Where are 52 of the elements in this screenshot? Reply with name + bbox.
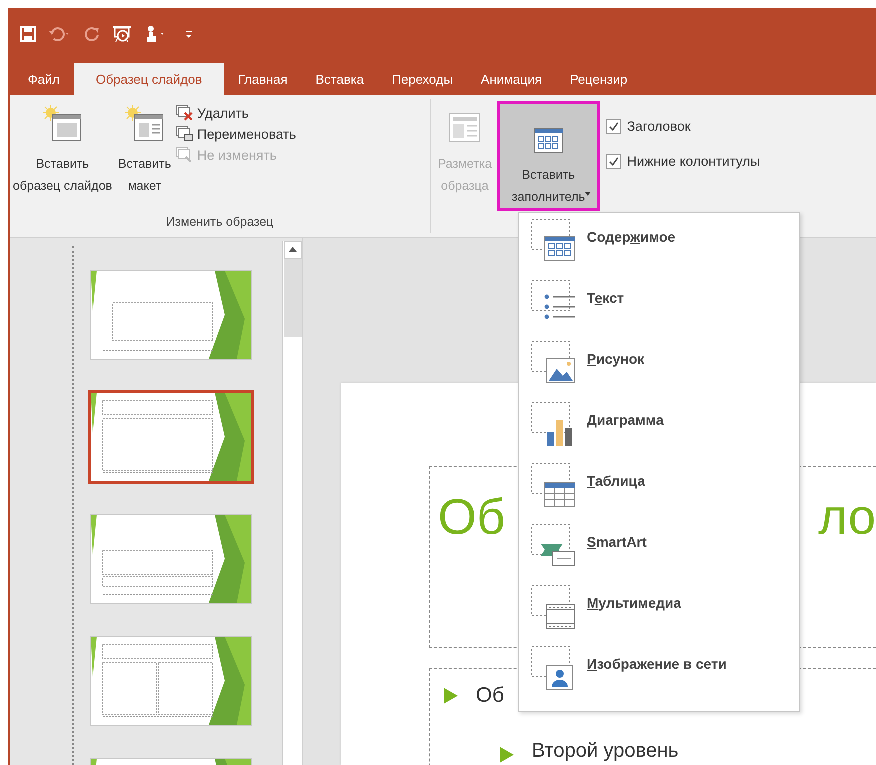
checkbox[interactable]: Нижние колонтитулы [606,154,760,169]
caret-icon [585,192,592,196]
media-placeholder-icon [531,585,577,631]
slide-title-text: ло [818,488,876,547]
insert-button[interactable]: Вставить образец слайдов [10,101,116,201]
delete-button[interactable]: Удалить [174,103,298,123]
scroll-up-icon[interactable] [284,241,302,259]
insert-button[interactable]: Вставить макет [115,101,174,201]
table-placeholder-icon [531,463,577,509]
file-tab[interactable]: Файл [14,63,74,95]
ribbon-tab[interactable]: Образец слайдов [74,63,224,95]
bullet-icon [500,747,514,763]
ribbon-tab[interactable]: Главная [224,63,302,95]
slide-thumbnail[interactable] [90,270,252,360]
scroll-thumb[interactable] [284,259,302,337]
slide-thumbnail[interactable] [90,514,252,604]
placeholder-grid-icon [534,128,564,154]
check-icon [608,120,620,132]
save-icon[interactable] [20,26,36,42]
slide-title-text: Об [438,488,506,547]
slide-thumbnail[interactable] [90,636,252,726]
undo-icon[interactable] [48,26,72,42]
menu-item[interactable]: Рисунок [531,341,799,402]
ribbon-tab[interactable]: Анимация [467,63,556,95]
slideshow-icon[interactable] [112,25,132,43]
bullet-text: Второй уровень [532,740,679,763]
rename-layout-icon [176,126,194,142]
rename-button[interactable]: Переименовать [174,124,298,144]
slide-thumbnail[interactable] [88,390,254,484]
redo-icon[interactable] [84,26,100,42]
scrollbar[interactable] [282,241,302,765]
menu-item[interactable]: Таблица [531,463,799,524]
delete-layout-icon [176,105,194,121]
customize-icon[interactable] [184,28,194,40]
slide-layout-icon [124,105,165,143]
menu-item[interactable]: Текст [531,280,799,341]
menu-item[interactable]: Мультимедиа [531,585,799,646]
slide-master-icon [42,105,83,143]
menu-item[interactable]: Диаграмма [531,402,799,463]
menu-item[interactable]: Содержимое [531,219,799,280]
group-label: Изменить образец [166,215,274,231]
layout-icon [449,113,482,143]
ribbon-tab[interactable]: Вставка [302,63,378,95]
ribbon-tab[interactable]: Переходы [378,63,468,95]
bullet-text: Об [476,684,504,708]
ribbon-tab[interactable]: Рецензир [556,63,642,95]
menu-item[interactable]: Изображение в сети [531,646,799,707]
checkbox[interactable]: Заголовок [606,119,760,134]
bullet-icon [444,688,458,704]
check-icon [608,156,620,168]
insert-placeholder-button[interactable]: Вставить заполнитель [497,101,600,211]
menu-item[interactable]: SmartArt [531,524,799,585]
